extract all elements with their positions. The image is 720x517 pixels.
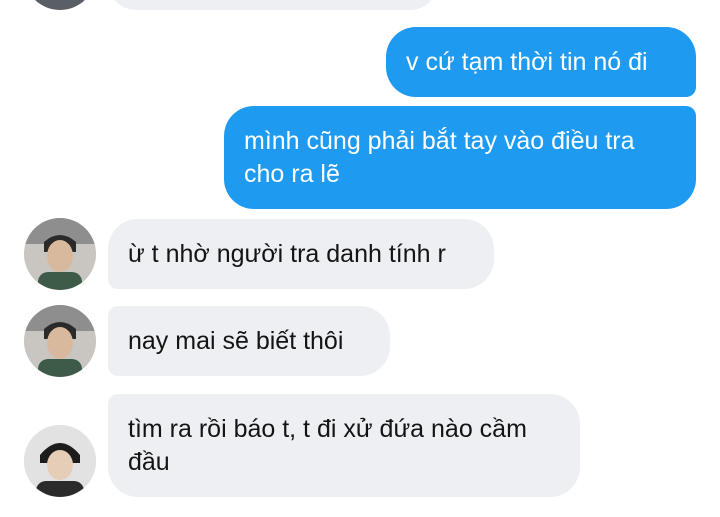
message-text: tìm ra rồi báo t, t đi xử đứa nào cầm đầ… bbox=[128, 414, 527, 476]
person-photo-icon bbox=[24, 0, 96, 10]
contact-avatar[interactable] bbox=[24, 305, 96, 377]
person-photo-icon bbox=[24, 218, 96, 290]
message-bubble-incoming[interactable] bbox=[108, 0, 438, 10]
person-photo-icon bbox=[24, 305, 96, 377]
message-bubble-outgoing[interactable]: mình cũng phải bắt tay vào điều tra cho … bbox=[224, 106, 696, 209]
message-text: v cứ tạm thời tin nó đi bbox=[406, 47, 648, 76]
person-photo-icon bbox=[24, 425, 96, 497]
contact-avatar[interactable] bbox=[24, 425, 96, 497]
message-text: ừ t nhờ người tra danh tính r bbox=[128, 239, 446, 268]
message-bubble-incoming[interactable]: tìm ra rồi báo t, t đi xử đứa nào cầm đầ… bbox=[108, 394, 580, 497]
contact-avatar[interactable] bbox=[24, 218, 96, 290]
message-bubble-incoming[interactable]: nay mai sẽ biết thôi bbox=[108, 306, 390, 376]
message-bubble-outgoing[interactable]: v cứ tạm thời tin nó đi bbox=[386, 27, 696, 97]
message-text: nay mai sẽ biết thôi bbox=[128, 326, 344, 355]
message-bubble-incoming[interactable]: ừ t nhờ người tra danh tính r bbox=[108, 219, 494, 289]
chat-thread: v cứ tạm thời tin nó đi mình cũng phải b… bbox=[0, 0, 720, 517]
message-text: mình cũng phải bắt tay vào điều tra cho … bbox=[244, 126, 635, 188]
contact-avatar[interactable] bbox=[24, 0, 96, 10]
